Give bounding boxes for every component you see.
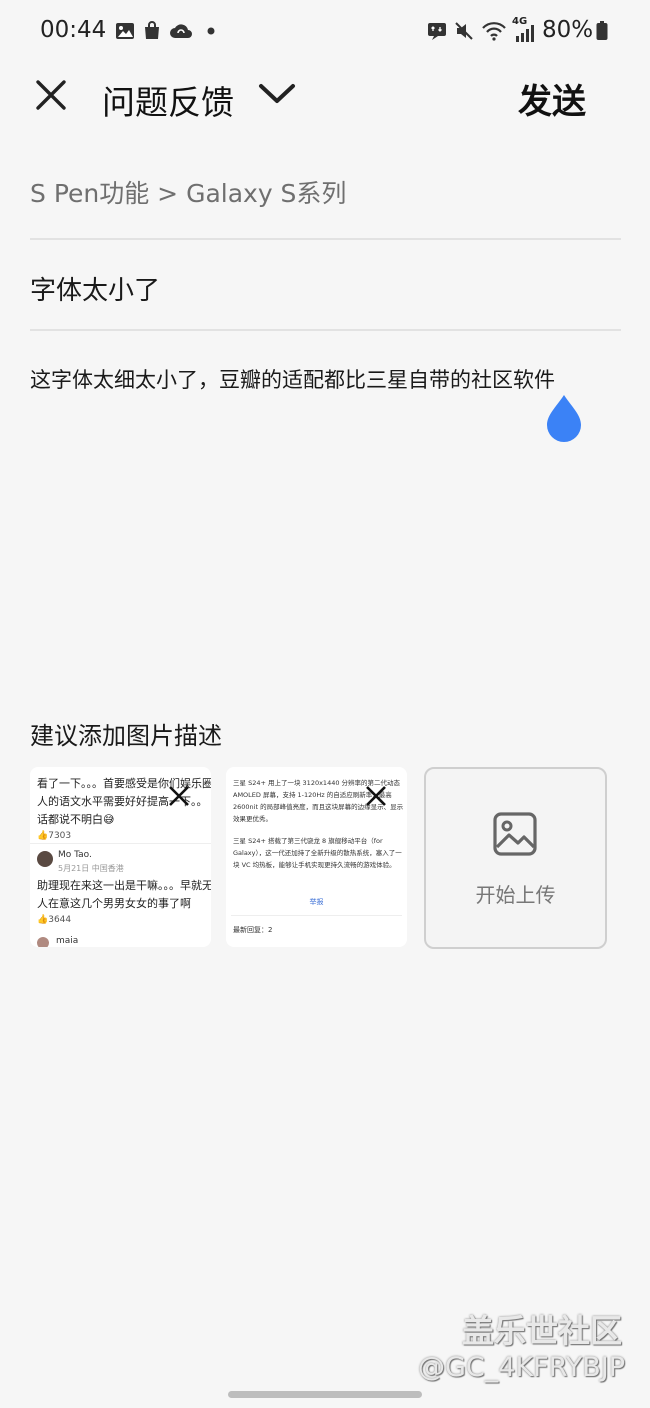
close-icon [366, 786, 386, 806]
category-selector[interactable]: S Pen功能 > Galaxy S系列 [30, 174, 346, 210]
thumb-date: 5月21日 中国香港 [58, 864, 124, 873]
thumb-text-line: 三星 S24+ 搭载了第三代骁龙 8 旗舰移动平台（for [233, 837, 383, 845]
divider [30, 238, 621, 240]
chevron-down-icon [259, 84, 295, 103]
thumb-username: maia [56, 936, 79, 946]
thumb-likes: 👍3644 [37, 915, 72, 925]
attached-image-1[interactable]: 看了一下。。。首要感受是你们娱乐圈 人的语文水平需要好好提高一下。。 话都说不明… [30, 767, 211, 947]
battery-percent: 80% [542, 17, 594, 43]
gesture-nav-handle[interactable] [228, 1391, 422, 1398]
upload-label: 开始上传 [475, 883, 556, 907]
avatar [37, 937, 49, 947]
close-icon [36, 80, 66, 110]
remove-image-button[interactable] [164, 781, 194, 811]
status-time: 00:44 [40, 17, 107, 43]
page-title: 问题反馈 [102, 83, 234, 122]
feedback-body-input[interactable]: 这字体太细太小了，豆瓣的适配都比三星自带的社区软件 [30, 364, 555, 394]
cursor-drop-icon [547, 395, 581, 442]
watermark-handle: @GC_4KFRYBJP [418, 1352, 625, 1383]
signal-icon [514, 22, 536, 44]
thumb-likes: 👍7303 [37, 831, 72, 841]
thumb-text-line: 话都说不明白😅 [37, 813, 115, 826]
data-saver-icon [426, 20, 448, 42]
close-icon [169, 786, 189, 806]
divider [30, 329, 621, 331]
shopping-bag-icon [141, 20, 163, 42]
image-hint: 建议添加图片描述 [30, 722, 222, 750]
subject-input[interactable]: 字体太小了 [30, 270, 160, 307]
thumb-username: Mo Tao. [58, 850, 92, 860]
send-button[interactable]: 发送 [518, 74, 586, 123]
thumb-text-line: 块 VC 均热板，能够让手机实现更持久流畅的游戏体验。 [233, 861, 396, 869]
dot-icon [200, 20, 222, 42]
mute-icon [453, 20, 475, 42]
attached-image-2[interactable]: 三星 S24+ 用上了一块 3120x1440 分辨率的第二代动态 AMOLED… [226, 767, 407, 947]
remove-image-button[interactable] [361, 781, 391, 811]
thumb-text-line: Galaxy），这一代还加持了全新升级的散热系统，塞入了一 [233, 849, 402, 857]
thumb-text-line: 人在意这几个男男女女的事了啊 [37, 897, 191, 910]
close-button[interactable] [30, 74, 72, 116]
thumb-text-line: 助理现在来这一出是干嘛。。。早就无 [37, 879, 211, 892]
text-cursor-handle[interactable] [544, 393, 584, 443]
wifi-icon [480, 20, 508, 42]
avatar [37, 851, 53, 867]
upload-image-button[interactable]: 开始上传 [424, 767, 607, 949]
watermark-logo: 盖乐世社区 [462, 1312, 623, 1350]
thumb-latest-replies: 最新回复：2 [233, 926, 273, 934]
thumb-report-link: 举报 [309, 898, 324, 906]
title-dropdown-button[interactable] [256, 76, 298, 112]
image-icon [493, 812, 537, 856]
gallery-icon [114, 20, 136, 42]
battery-icon [594, 20, 610, 42]
thumb-text-line: 效果更优秀。 [233, 815, 272, 823]
cloud-sync-icon [168, 20, 194, 42]
